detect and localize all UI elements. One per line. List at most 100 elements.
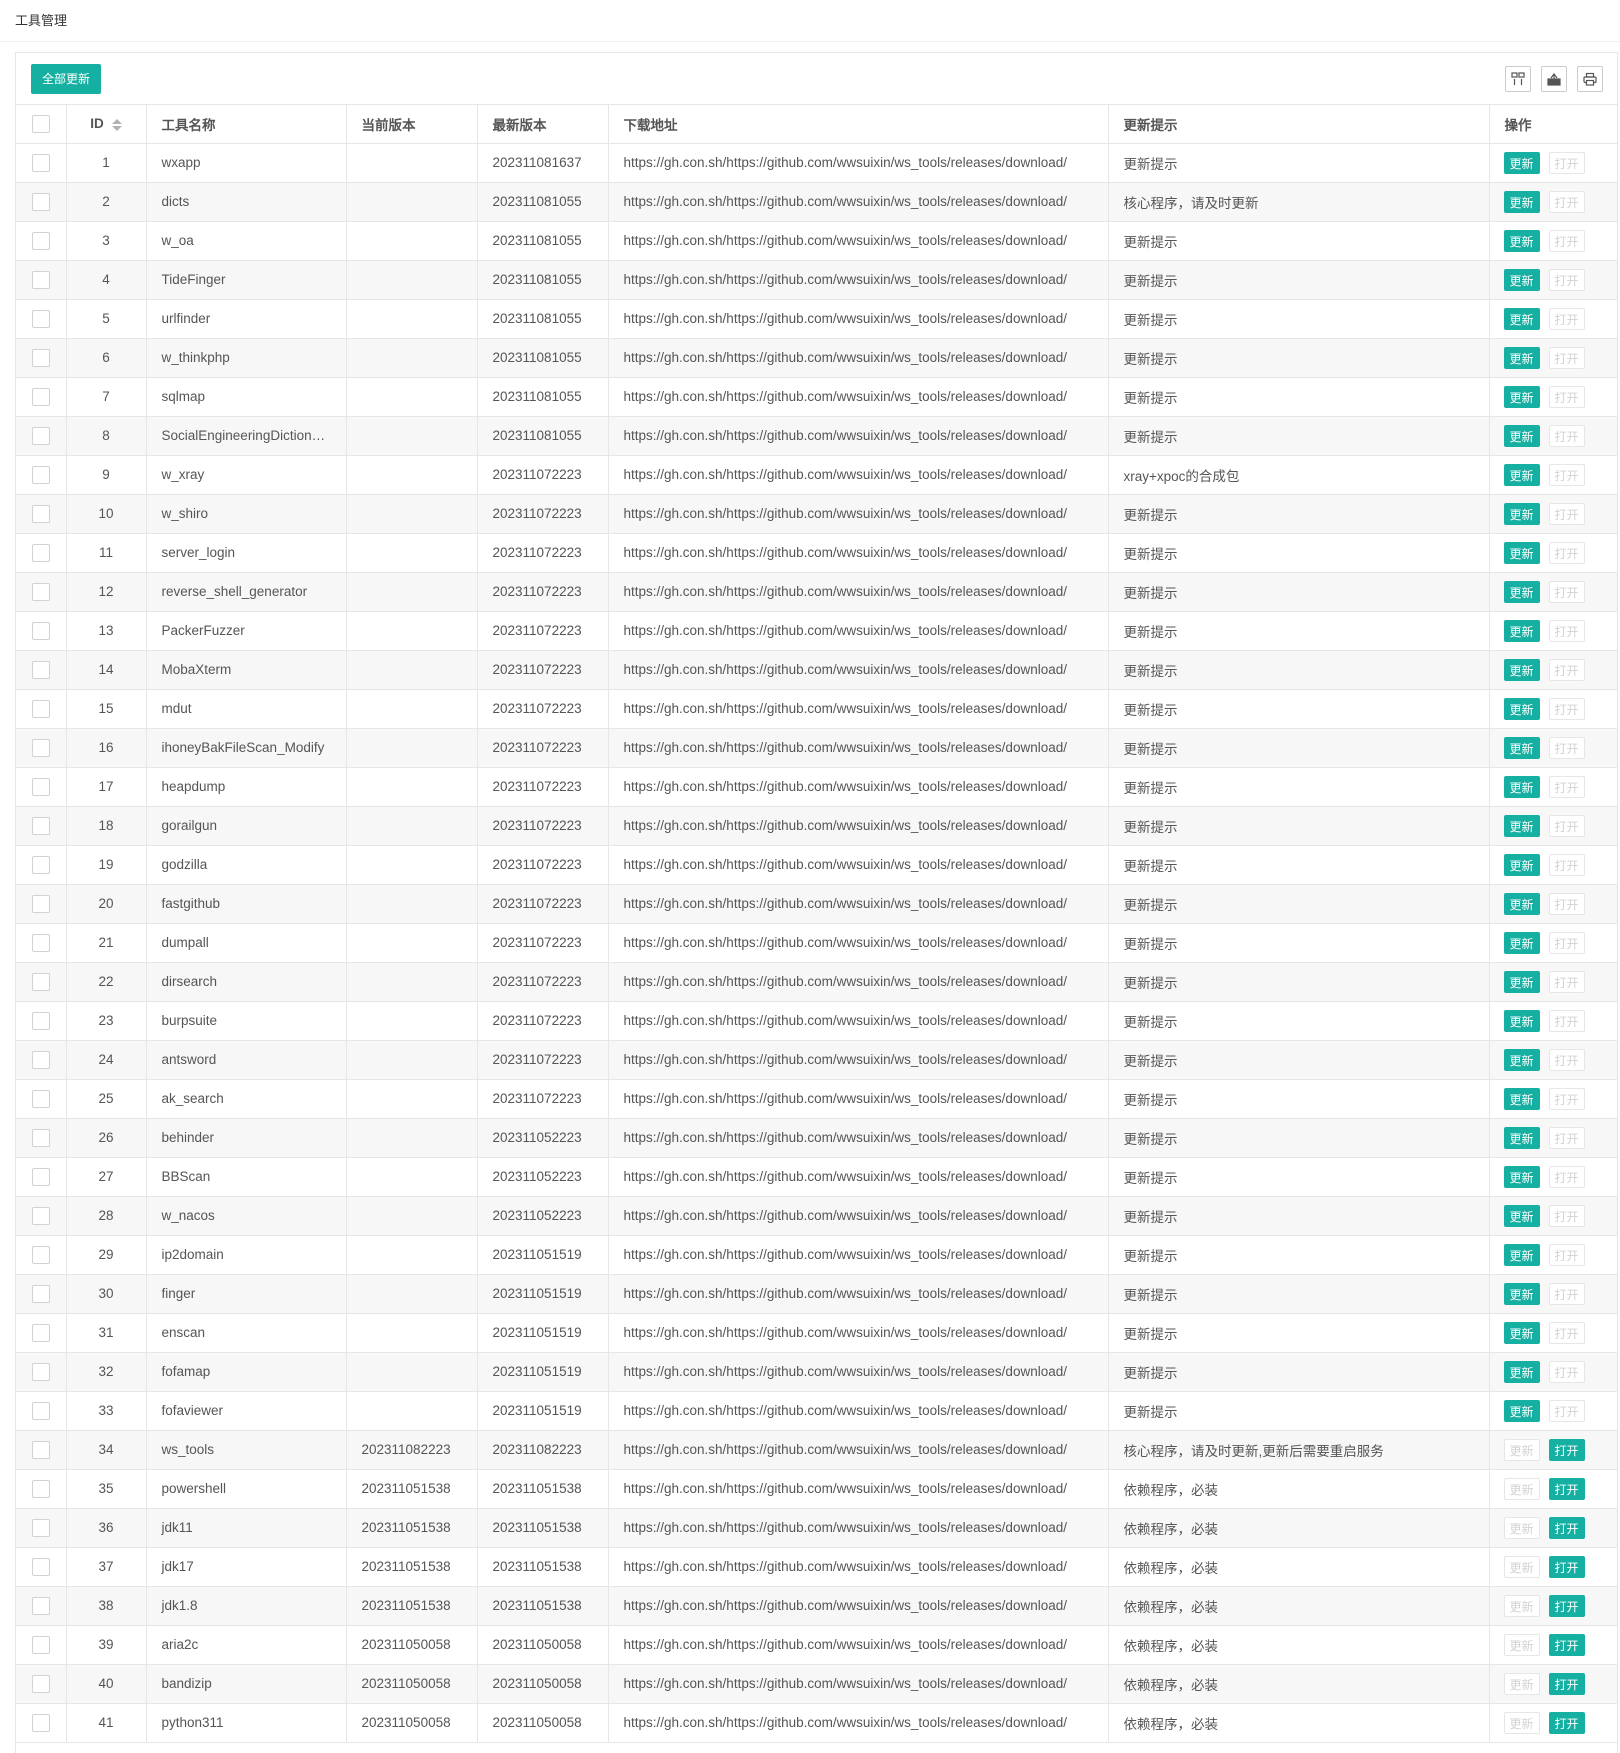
update-button[interactable]: 更新 xyxy=(1503,1282,1540,1305)
row-checkbox[interactable] xyxy=(31,1089,50,1108)
update-button[interactable]: 更新 xyxy=(1503,1204,1540,1227)
update-button[interactable]: 更新 xyxy=(1503,658,1540,681)
open-button[interactable]: 打开 xyxy=(1548,892,1585,915)
update-button[interactable]: 更新 xyxy=(1503,1594,1540,1617)
update-button[interactable]: 更新 xyxy=(1503,190,1540,213)
row-checkbox[interactable] xyxy=(31,660,50,679)
row-checkbox[interactable] xyxy=(31,504,50,523)
row-checkbox[interactable] xyxy=(31,1362,50,1381)
update-button[interactable]: 更新 xyxy=(1503,970,1540,993)
header-id[interactable]: ID xyxy=(66,105,147,144)
update-button[interactable]: 更新 xyxy=(1503,814,1540,837)
row-checkbox[interactable] xyxy=(31,387,50,406)
open-button[interactable]: 打开 xyxy=(1548,580,1585,603)
open-button[interactable]: 打开 xyxy=(1548,1009,1585,1032)
open-button[interactable]: 打开 xyxy=(1548,463,1585,486)
open-button[interactable]: 打开 xyxy=(1548,1165,1585,1188)
open-button[interactable]: 打开 xyxy=(1548,970,1585,993)
row-checkbox[interactable] xyxy=(31,738,50,757)
open-button[interactable]: 打开 xyxy=(1548,1555,1585,1578)
update-button[interactable]: 更新 xyxy=(1503,1633,1540,1656)
update-button[interactable]: 更新 xyxy=(1503,580,1540,603)
row-checkbox[interactable] xyxy=(31,309,50,328)
open-button[interactable]: 打开 xyxy=(1548,658,1585,681)
row-checkbox[interactable] xyxy=(31,192,50,211)
update-button[interactable]: 更新 xyxy=(1503,1711,1540,1734)
update-button[interactable]: 更新 xyxy=(1503,1165,1540,1188)
row-checkbox[interactable] xyxy=(31,270,50,289)
row-checkbox[interactable] xyxy=(31,1479,50,1498)
print-icon[interactable] xyxy=(1577,66,1603,92)
open-button[interactable]: 打开 xyxy=(1548,853,1585,876)
open-button[interactable]: 打开 xyxy=(1548,268,1585,291)
row-checkbox[interactable] xyxy=(31,582,50,601)
update-button[interactable]: 更新 xyxy=(1503,697,1540,720)
open-button[interactable]: 打开 xyxy=(1548,229,1585,252)
open-button[interactable]: 打开 xyxy=(1548,1594,1585,1617)
open-button[interactable]: 打开 xyxy=(1548,346,1585,369)
export-icon[interactable] xyxy=(1541,66,1567,92)
open-button[interactable]: 打开 xyxy=(1548,541,1585,564)
open-button[interactable]: 打开 xyxy=(1548,424,1585,447)
open-button[interactable]: 打开 xyxy=(1548,1477,1585,1500)
row-checkbox[interactable] xyxy=(31,1401,50,1420)
row-checkbox[interactable] xyxy=(31,1284,50,1303)
update-button[interactable]: 更新 xyxy=(1503,268,1540,291)
row-checkbox[interactable] xyxy=(31,1245,50,1264)
open-button[interactable]: 打开 xyxy=(1548,1087,1585,1110)
update-button[interactable]: 更新 xyxy=(1503,1243,1540,1266)
open-button[interactable]: 打开 xyxy=(1548,1438,1585,1461)
open-button[interactable]: 打开 xyxy=(1548,1204,1585,1227)
row-checkbox[interactable] xyxy=(31,1128,50,1147)
update-button[interactable]: 更新 xyxy=(1503,151,1540,174)
select-all-checkbox[interactable] xyxy=(31,114,50,133)
open-button[interactable]: 打开 xyxy=(1548,814,1585,837)
open-button[interactable]: 打开 xyxy=(1548,1321,1585,1344)
update-button[interactable]: 更新 xyxy=(1503,931,1540,954)
row-checkbox[interactable] xyxy=(31,1206,50,1225)
row-checkbox[interactable] xyxy=(31,1011,50,1030)
update-button[interactable]: 更新 xyxy=(1503,1126,1540,1149)
row-checkbox[interactable] xyxy=(31,777,50,796)
row-checkbox[interactable] xyxy=(31,465,50,484)
update-button[interactable]: 更新 xyxy=(1503,619,1540,642)
row-checkbox[interactable] xyxy=(31,348,50,367)
row-checkbox[interactable] xyxy=(31,1167,50,1186)
open-button[interactable]: 打开 xyxy=(1548,307,1585,330)
open-button[interactable]: 打开 xyxy=(1548,775,1585,798)
update-button[interactable]: 更新 xyxy=(1503,1477,1540,1500)
open-button[interactable]: 打开 xyxy=(1548,1126,1585,1149)
row-checkbox[interactable] xyxy=(31,153,50,172)
open-button[interactable]: 打开 xyxy=(1548,697,1585,720)
update-button[interactable]: 更新 xyxy=(1503,385,1540,408)
update-button[interactable]: 更新 xyxy=(1503,463,1540,486)
row-checkbox[interactable] xyxy=(31,621,50,640)
open-button[interactable]: 打开 xyxy=(1548,1516,1585,1539)
open-button[interactable]: 打开 xyxy=(1548,1360,1585,1383)
update-button[interactable]: 更新 xyxy=(1503,1399,1540,1422)
update-button[interactable]: 更新 xyxy=(1503,1048,1540,1071)
row-checkbox[interactable] xyxy=(31,816,50,835)
row-checkbox[interactable] xyxy=(31,933,50,952)
update-button[interactable]: 更新 xyxy=(1503,853,1540,876)
update-button[interactable]: 更新 xyxy=(1503,346,1540,369)
open-button[interactable]: 打开 xyxy=(1548,385,1585,408)
update-button[interactable]: 更新 xyxy=(1503,1321,1540,1344)
update-all-button[interactable]: 全部更新 xyxy=(31,64,101,94)
row-checkbox[interactable] xyxy=(31,1518,50,1537)
update-button[interactable]: 更新 xyxy=(1503,1438,1540,1461)
open-button[interactable]: 打开 xyxy=(1548,1399,1585,1422)
open-button[interactable]: 打开 xyxy=(1548,619,1585,642)
row-checkbox[interactable] xyxy=(31,1635,50,1654)
open-button[interactable]: 打开 xyxy=(1548,1243,1585,1266)
open-button[interactable]: 打开 xyxy=(1548,190,1585,213)
update-button[interactable]: 更新 xyxy=(1503,541,1540,564)
update-button[interactable]: 更新 xyxy=(1503,307,1540,330)
update-button[interactable]: 更新 xyxy=(1503,1009,1540,1032)
row-checkbox[interactable] xyxy=(31,855,50,874)
open-button[interactable]: 打开 xyxy=(1548,1672,1585,1695)
open-button[interactable]: 打开 xyxy=(1548,1048,1585,1071)
row-checkbox[interactable] xyxy=(31,972,50,991)
open-button[interactable]: 打开 xyxy=(1548,1282,1585,1305)
row-checkbox[interactable] xyxy=(31,1557,50,1576)
